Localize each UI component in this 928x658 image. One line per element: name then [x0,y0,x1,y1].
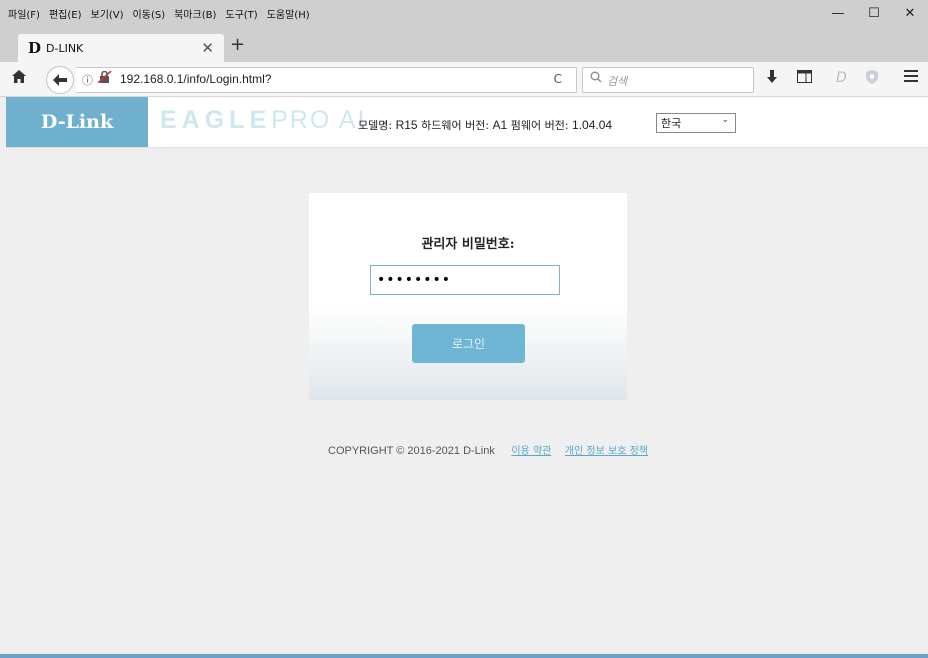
footer: COPYRIGHT © 2016-2021 D-Link 이용 약관 개인 정보… [328,442,648,457]
dlink-logo: D-Link [6,97,148,147]
menu-bar: 파일(F) 편집(E) 보기(V) 이동(S) 북마크(B) 도구(T) 도움말… [0,6,319,21]
menu-file[interactable]: 파일(F) [8,6,40,21]
library-icon[interactable] [797,70,812,87]
search-input[interactable]: 검색 [582,67,754,93]
info-icon[interactable]: ⓘ [82,72,93,88]
language-value: 한국 [661,117,682,130]
logo-text: D-Link [40,111,114,133]
tab-bar: D D-LINK ✕ + [0,26,928,62]
menu-bookmarks[interactable]: 북마크(B) [174,6,216,21]
menu-edit[interactable]: 편집(E) [49,6,82,21]
hamburger-menu-icon[interactable] [904,70,918,86]
tab-dlink[interactable]: D D-LINK ✕ [18,34,224,62]
language-select[interactable]: 한국 ⌄ [656,113,736,133]
download-icon[interactable] [766,70,778,88]
minimize-button[interactable]: — [820,0,856,26]
brand-pro-ai: PRO AI [271,106,367,134]
device-info: 모델명: R15 하드웨어 버전: A1 펌웨어 버전: 1.04.04 [358,117,612,133]
window-bottom-border [0,654,928,658]
dlink-favicon-icon: D [28,39,42,57]
window-controls: — ☐ ✕ [820,0,928,26]
password-field[interactable] [370,265,560,295]
reload-icon[interactable]: C [554,72,562,86]
login-card: 관리자 비밀번호: 로그인 [309,193,627,400]
menu-go[interactable]: 이동(S) [133,6,166,21]
tab-close-icon[interactable]: ✕ [201,39,214,57]
search-placeholder: 검색 [607,75,628,88]
model-value: R15 [395,118,418,132]
model-label: 모델명: [358,119,393,132]
pocket-icon[interactable]: D [836,70,847,86]
chevron-down-icon: ⌄ [721,115,729,125]
fw-label: 펌웨어 버전: [510,119,569,132]
close-window-button[interactable]: ✕ [892,0,928,26]
back-icon [53,74,67,86]
new-tab-button[interactable]: + [230,34,245,55]
search-icon [590,71,602,86]
hw-label: 하드웨어 버전: [421,119,490,132]
insecure-lock-icon[interactable] [97,70,112,86]
shield-icon[interactable] [866,70,878,88]
maximize-button[interactable]: ☐ [856,0,892,26]
menu-tools[interactable]: 도구(T) [225,6,257,21]
tab-title: D-LINK [46,41,84,55]
navigation-bar: ⓘ 192.168.0.1/info/Login.html? C 검색 D [0,62,928,97]
copyright-text: COPYRIGHT © 2016-2021 D-Link [328,445,495,457]
url-text: 192.168.0.1/info/Login.html? [120,72,272,86]
browser-menubar: 파일(F) 편집(E) 보기(V) 이동(S) 북마크(B) 도구(T) 도움말… [0,0,928,26]
login-button[interactable]: 로그인 [412,324,525,363]
brand-eagle: EAGLE [160,106,272,134]
menu-help[interactable]: 도움말(H) [267,6,310,21]
eagle-pro-ai-brand: EAGLEPRO AI [160,106,367,135]
back-button[interactable] [46,66,74,94]
menu-view[interactable]: 보기(V) [91,6,124,21]
fw-value: 1.04.04 [572,118,613,132]
hw-value: A1 [492,118,508,132]
admin-password-label: 관리자 비밀번호: [421,237,515,252]
router-header: D-Link EAGLEPRO AI 모델명: R15 하드웨어 버전: A1 … [6,97,928,148]
home-icon[interactable] [12,70,26,87]
privacy-link[interactable]: 개인 정보 보호 정책 [565,446,648,457]
address-bar[interactable]: ⓘ 192.168.0.1/info/Login.html? C [76,67,577,93]
terms-link[interactable]: 이용 약관 [511,446,551,457]
